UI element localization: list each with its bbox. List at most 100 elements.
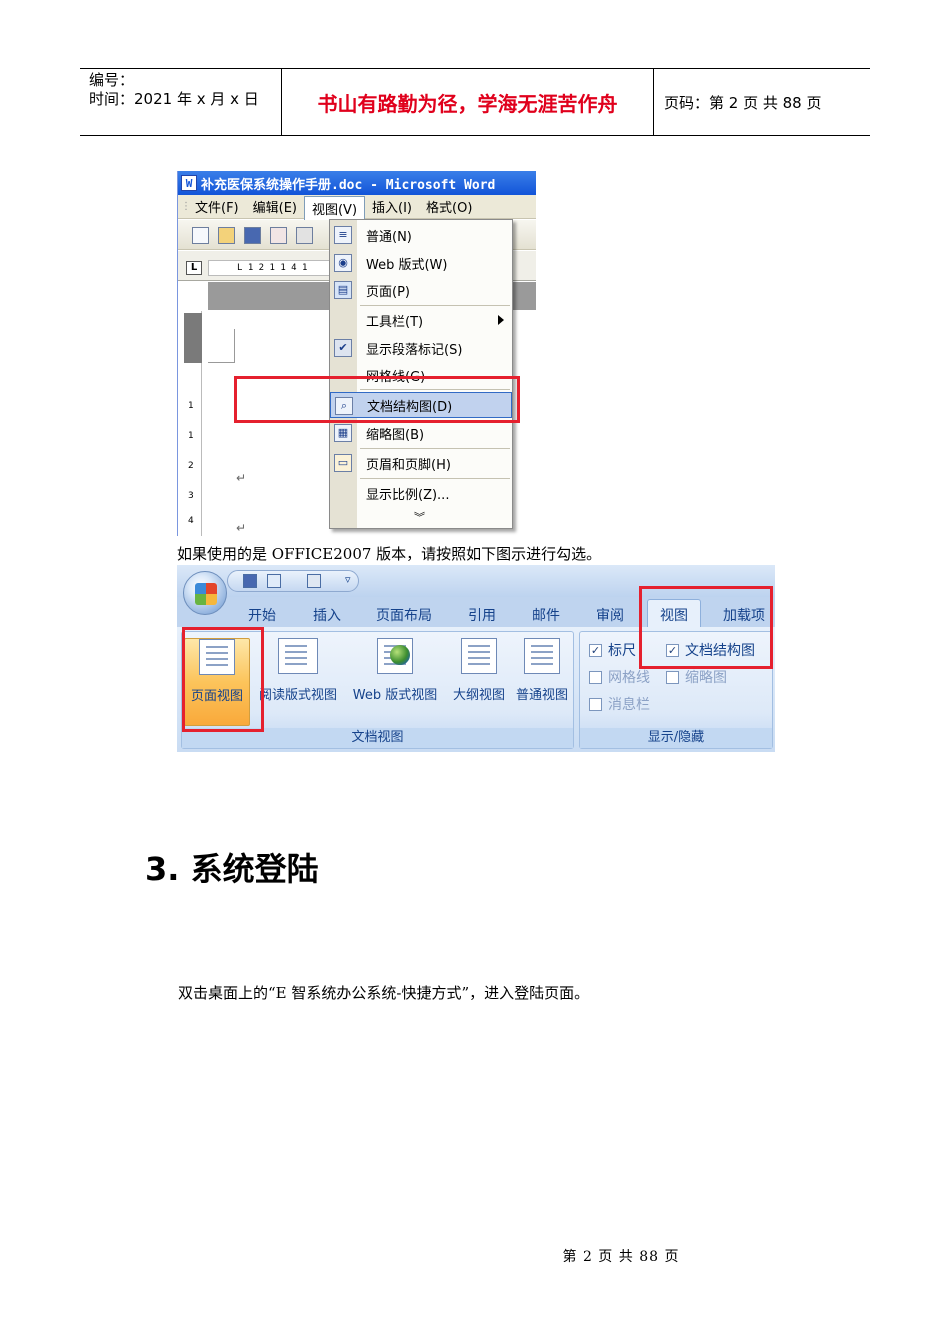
header-page-info: 页码：第 2 页 共 88 页 (664, 93, 822, 112)
menu-item-header-footer[interactable]: ▭ 页眉和页脚(H) (330, 450, 512, 476)
checkmark-icon: ✔ (334, 339, 352, 357)
menu-item-label: 显示比例(Z)... (366, 487, 450, 503)
menu-item-thumbnails[interactable]: ▦ 缩略图(B) (330, 420, 512, 446)
button-label: 阅读版式视图 (258, 688, 337, 703)
outline-view-button[interactable]: 大纲视图 (448, 638, 510, 726)
normal-view-icon: ≡ (334, 226, 352, 244)
header-time-label: 时间：2021 年 x 月 x 日 (89, 90, 259, 108)
web-layout-icon (377, 638, 413, 674)
thumbnails-checkbox[interactable]: 缩略图 (666, 667, 727, 687)
web-layout-icon: ◉ (334, 254, 352, 272)
page-footer: 第 2 页 共 88 页 (562, 1249, 680, 1265)
menu-format[interactable]: 格式(O) (419, 196, 479, 218)
word-title-text: 补充医保系统操作手册.doc - Microsoft Word (201, 177, 496, 193)
menu-item-page-layout[interactable]: ▤ 页面(P) (330, 277, 512, 303)
save-icon[interactable] (244, 227, 261, 244)
menu-view[interactable]: 视图(V) (303, 195, 366, 220)
highlight-box-view-tab (639, 586, 773, 669)
menu-item-web-layout[interactable]: ◉ Web 版式(W) (330, 250, 512, 276)
qat-customize-icon[interactable]: ▿ (345, 573, 351, 586)
redo-icon[interactable] (307, 574, 321, 588)
checkbox-label: 消息栏 (608, 697, 650, 713)
tab-review[interactable]: 审阅 (596, 605, 624, 625)
menu-separator (360, 448, 510, 449)
chevron-double-down-icon: ︾ (414, 511, 425, 524)
section-heading: 3. 系统登陆 (145, 850, 319, 888)
menu-item-label: 显示段落标记(S) (366, 342, 463, 358)
new-document-icon[interactable] (192, 227, 209, 244)
menu-edit[interactable]: 编辑(E) (246, 196, 304, 218)
tab-stop-selector-icon[interactable]: L (186, 261, 202, 275)
tab-mailings[interactable]: 邮件 (532, 605, 560, 625)
checkbox-label: 缩略图 (685, 670, 727, 686)
menu-item-label: 页面(P) (366, 284, 410, 300)
print-icon[interactable] (296, 227, 313, 244)
menu-item-label: 缩略图(B) (366, 427, 425, 443)
word-titlebar: W 补充医保系统操作手册.doc - Microsoft Word (178, 171, 536, 195)
message-bar-checkbox[interactable]: 消息栏 (589, 694, 650, 714)
undo-icon[interactable] (267, 574, 281, 588)
highlight-box-page-view (182, 627, 264, 732)
office2007-screenshot: ▿ 开始 插入 页面布局 引用 邮件 审阅 视图 加载项 页面视图 阅读版式视图… (177, 565, 775, 752)
menu-separator (360, 478, 510, 479)
section-paragraph: 双击桌面上的“E 智系统办公系统-快捷方式”，进入登陆页面。 (178, 984, 590, 1002)
save-icon[interactable] (243, 574, 257, 588)
vruler-number: 4 (188, 516, 194, 526)
office-logo-icon (195, 583, 217, 605)
page-header-table: 编号： 时间：2021 年 x 月 x 日 书山有路勤为径，学海无涯苦作舟 页码… (80, 68, 870, 136)
vruler-number: 3 (188, 491, 194, 501)
paragraph-mark-icon: ↵ (236, 471, 247, 485)
reading-layout-button[interactable]: 阅读版式视图 (254, 638, 342, 726)
word-app-icon: W (181, 175, 197, 191)
header-footer-icon: ▭ (334, 454, 352, 472)
menu-item-zoom[interactable]: 显示比例(Z)... (330, 480, 512, 506)
word-menubar: ⋮ 文件(F) 编辑(E) 视图(V) 插入(I) 格式(O) (178, 195, 536, 220)
vruler-number: 2 (188, 461, 194, 471)
word2003-screenshot: W 补充医保系统操作手册.doc - Microsoft Word ⋮ 文件(F… (177, 171, 536, 536)
menu-insert[interactable]: 插入(I) (365, 196, 419, 218)
tab-insert[interactable]: 插入 (313, 605, 341, 625)
tab-page-layout[interactable]: 页面布局 (376, 605, 432, 625)
gridlines-checkbox[interactable]: 网格线 (589, 667, 650, 687)
menu-separator (360, 305, 510, 306)
checkbox-empty-icon (589, 697, 602, 711)
thumbnails-icon: ▦ (334, 424, 352, 442)
ruler-checkbox[interactable]: ✓ 标尺 (589, 640, 636, 660)
reading-layout-icon (278, 638, 318, 674)
menu-item-label: 工具栏(T) (366, 314, 424, 330)
header-left-cell: 编号： 时间：2021 年 x 月 x 日 (80, 69, 282, 135)
menu-file[interactable]: 文件(F) (188, 196, 246, 218)
vruler-number: 1 (188, 431, 194, 441)
header-id-label: 编号： (89, 71, 135, 89)
checkbox-label: 网格线 (608, 670, 650, 686)
menu-item-label: Web 版式(W) (366, 257, 448, 273)
office-button[interactable] (183, 571, 227, 615)
button-label: 普通视图 (515, 688, 568, 703)
button-label: 大纲视图 (452, 688, 505, 703)
menubar-grip-icon: ⋮ (181, 201, 191, 212)
checkbox-empty-icon (589, 670, 602, 684)
office2007-instruction: 如果使用的是 OFFICE2007 版本，请按照如下图示进行勾选。 (177, 545, 602, 563)
open-folder-icon[interactable] (218, 227, 235, 244)
menu-item-show-paragraph-marks[interactable]: ✔ 显示段落标记(S) (330, 335, 512, 361)
outline-view-icon (461, 638, 497, 674)
vertical-ruler: 1 1 2 3 4 (184, 311, 202, 536)
menu-item-label: 普通(N) (366, 229, 412, 245)
paragraph-mark-icon: ↵ (236, 521, 247, 535)
permission-icon[interactable] (270, 227, 287, 244)
checkbox-label: 标尺 (608, 643, 636, 659)
tab-references[interactable]: 引用 (468, 605, 496, 625)
menu-item-toolbars[interactable]: 工具栏(T) (330, 307, 512, 333)
highlight-box-document-map (234, 376, 520, 423)
margin-corner-marker (234, 329, 235, 363)
menu-item-normal[interactable]: ≡ 普通(N) (330, 222, 512, 248)
menu-expand-more[interactable]: ︾ (330, 504, 512, 530)
draft-view-icon (524, 638, 560, 674)
vertical-ruler-margin (184, 313, 202, 363)
tab-home[interactable]: 开始 (248, 605, 276, 625)
button-label: Web 版式视图 (352, 688, 438, 703)
checkbox-checked-icon: ✓ (589, 643, 602, 657)
draft-view-button[interactable]: 普通视图 (512, 638, 572, 726)
menu-item-label: 页眉和页脚(H) (366, 457, 451, 473)
web-layout-button[interactable]: Web 版式视图 (347, 638, 443, 726)
